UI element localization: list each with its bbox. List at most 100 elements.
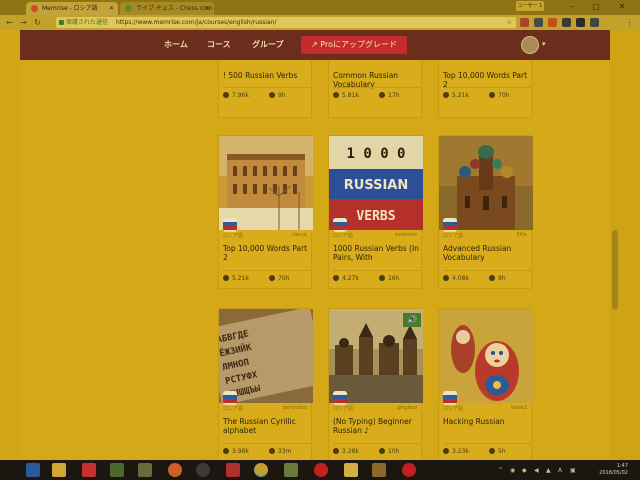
course-card[interactable]: Common Russian Vocabulary 5.81k 17h (328, 60, 422, 118)
browser-toolbar: ← → ↻ 保護された通信 https://www.memrise.com/ja… (0, 15, 640, 30)
chevron-down-icon[interactable]: ▾ (542, 40, 546, 48)
avatar[interactable] (521, 36, 539, 54)
tab-chess[interactable]: ライブ チェス - Chess.com ✕ (120, 2, 214, 15)
reload-icon[interactable]: ↻ (32, 17, 43, 28)
course-author[interactable]: berlyokko (283, 405, 307, 411)
extension-icon[interactable] (548, 18, 557, 27)
course-author[interactable]: vlerye (291, 232, 307, 238)
course-title: Advanced Russian Vocabulary (443, 244, 512, 262)
nav-home[interactable]: ホーム (164, 39, 188, 50)
learners-icon (333, 275, 339, 281)
extension-icon[interactable] (562, 18, 571, 27)
learners-count: 5.21k (452, 92, 469, 99)
tray-app-icon[interactable]: ◉ (510, 467, 515, 474)
time-estimate: 16h (388, 275, 400, 282)
app-icon[interactable] (372, 463, 386, 477)
course-card[interactable]: 1 0 0 0 RUSSIAN VERBS ロシア語 sodevelo 1000… (328, 135, 423, 289)
winter-palace-image (219, 136, 313, 230)
extension-icon[interactable] (576, 18, 585, 27)
notification-icon[interactable]: ▣ (570, 467, 576, 474)
opera-icon[interactable] (314, 463, 328, 477)
close-icon[interactable]: ✕ (109, 2, 114, 15)
learners-count: 4.08k (452, 275, 469, 282)
app-icon[interactable] (138, 463, 152, 477)
course-card[interactable]: ロシア語 Ellie Advanced Russian Vocabulary 4… (438, 135, 533, 289)
course-card[interactable]: Top 10,000 Words Part 2 5.21k 70h (438, 60, 532, 118)
minimize-icon[interactable]: – (560, 1, 584, 13)
address-bar[interactable]: 保護された通信 https://www.memrise.com/ja/cours… (56, 17, 516, 28)
learners-count: 3.98k (232, 448, 249, 455)
course-card[interactable]: 🔊 ロシア語 gingbod (No Typing) Beginner Russ… (328, 308, 423, 460)
word-icon[interactable] (110, 463, 124, 477)
tab-label: ライブ チェス - Chess.com (136, 5, 213, 12)
clock-icon (489, 92, 495, 98)
close-icon[interactable]: ✕ (205, 2, 210, 15)
course-stats: 5.21k 70h (443, 87, 531, 101)
network-icon[interactable]: ▲ (546, 467, 551, 474)
back-icon[interactable]: ← (4, 17, 15, 28)
clock-icon (489, 275, 495, 281)
course-language: ロシア語 (333, 233, 354, 239)
course-language: ロシア語 (333, 406, 354, 412)
firefox-icon[interactable] (168, 463, 182, 477)
bookmark-star-icon[interactable]: ☆ (507, 17, 512, 28)
russian-flag-icon (333, 391, 347, 405)
clock-icon (489, 448, 495, 454)
file-explorer-icon[interactable] (52, 463, 66, 477)
course-author[interactable]: Ellie (517, 232, 527, 238)
window-close-icon[interactable]: ✕ (610, 1, 634, 13)
clock-icon (379, 448, 385, 454)
nav-groups[interactable]: グループ (252, 39, 284, 50)
course-title: 1000 Russian Verbs (In Pairs, With (333, 244, 419, 262)
url-text: https://www.memrise.com/ja/courses/engli… (115, 19, 277, 26)
windows-start-icon[interactable] (26, 463, 40, 477)
time-estimate: 9h (498, 275, 506, 282)
nav-courses[interactable]: コース (207, 39, 231, 50)
app-icon[interactable] (344, 463, 358, 477)
time-estimate: 70h (498, 92, 510, 99)
course-stats: 5.21k 70h (223, 270, 311, 284)
cover-verbs: VERBS (356, 209, 395, 224)
app-icon[interactable] (226, 463, 240, 477)
forward-icon[interactable]: → (18, 17, 29, 28)
course-author[interactable]: sodevelo (395, 232, 417, 238)
browser-titlebar: Memrise - ロシア語 ✕ ライブ チェス - Chess.com ✕ ユ… (0, 0, 640, 15)
extension-icon[interactable] (590, 18, 599, 27)
extension-icon[interactable] (534, 18, 543, 27)
ime-icon[interactable]: A (558, 467, 562, 474)
russian-flag-icon (223, 218, 237, 232)
extension-icon[interactable] (520, 18, 529, 27)
menu-icon[interactable]: ⋮ (624, 17, 635, 28)
site-header: ホーム コース グループ ↗ Proにアップグレード ▾ (20, 30, 610, 60)
course-card[interactable]: АБВГДЕ ЁЖЗИЙК ЛМНОП РСТУФХ ЦЧШЩЪЫ ロシア語 b… (218, 308, 313, 460)
course-author[interactable]: gingbod (397, 405, 417, 411)
app-icon[interactable] (402, 463, 416, 477)
course-card[interactable]: ロシア語 vlerye Top 10,000 Words Part 2 5.21… (218, 135, 313, 289)
course-author[interactable]: lolole2 (510, 405, 527, 411)
time-estimate: 5h (498, 448, 506, 455)
tab-memrise[interactable]: Memrise - ロシア語 ✕ (26, 2, 118, 15)
course-title: ! 500 Russian Verbs (223, 71, 298, 80)
app-icon[interactable] (196, 463, 210, 477)
scrollbar-thumb[interactable] (612, 230, 618, 310)
profile-chip[interactable]: ユーザー 1 (516, 1, 544, 11)
course-card[interactable]: ! 500 Russian Verbs 7.96k 9h (218, 60, 312, 118)
maximize-icon[interactable]: ▢ (584, 1, 608, 13)
tab-label: Memrise - ロシア語 (42, 5, 98, 12)
tray-chevron-icon[interactable]: ^ (498, 467, 503, 474)
lock-icon (59, 20, 64, 25)
learners-icon (223, 448, 229, 454)
course-language: ロシア語 (223, 406, 244, 412)
volume-icon[interactable]: ◀ (534, 467, 539, 474)
clock[interactable]: 1:47 2018/05/02 (599, 463, 628, 477)
upgrade-pro-button[interactable]: ↗ Proにアップグレード (301, 36, 407, 54)
tray-app-icon[interactable]: ◆ (522, 467, 527, 474)
learners-icon (443, 448, 449, 454)
app-icon[interactable] (284, 463, 298, 477)
course-card[interactable]: ロシア語 lolole2 Hacking Russian 3.23k 5h (438, 308, 533, 460)
taskbar: ^ ◉ ◆ ◀ ▲ A ▣ 1:47 2018/05/02 (0, 460, 640, 480)
russian-flag-icon (443, 391, 457, 405)
chrome-icon[interactable] (254, 463, 268, 477)
cover-russian: RUSSIAN (344, 178, 409, 193)
onenote-icon[interactable] (82, 463, 96, 477)
